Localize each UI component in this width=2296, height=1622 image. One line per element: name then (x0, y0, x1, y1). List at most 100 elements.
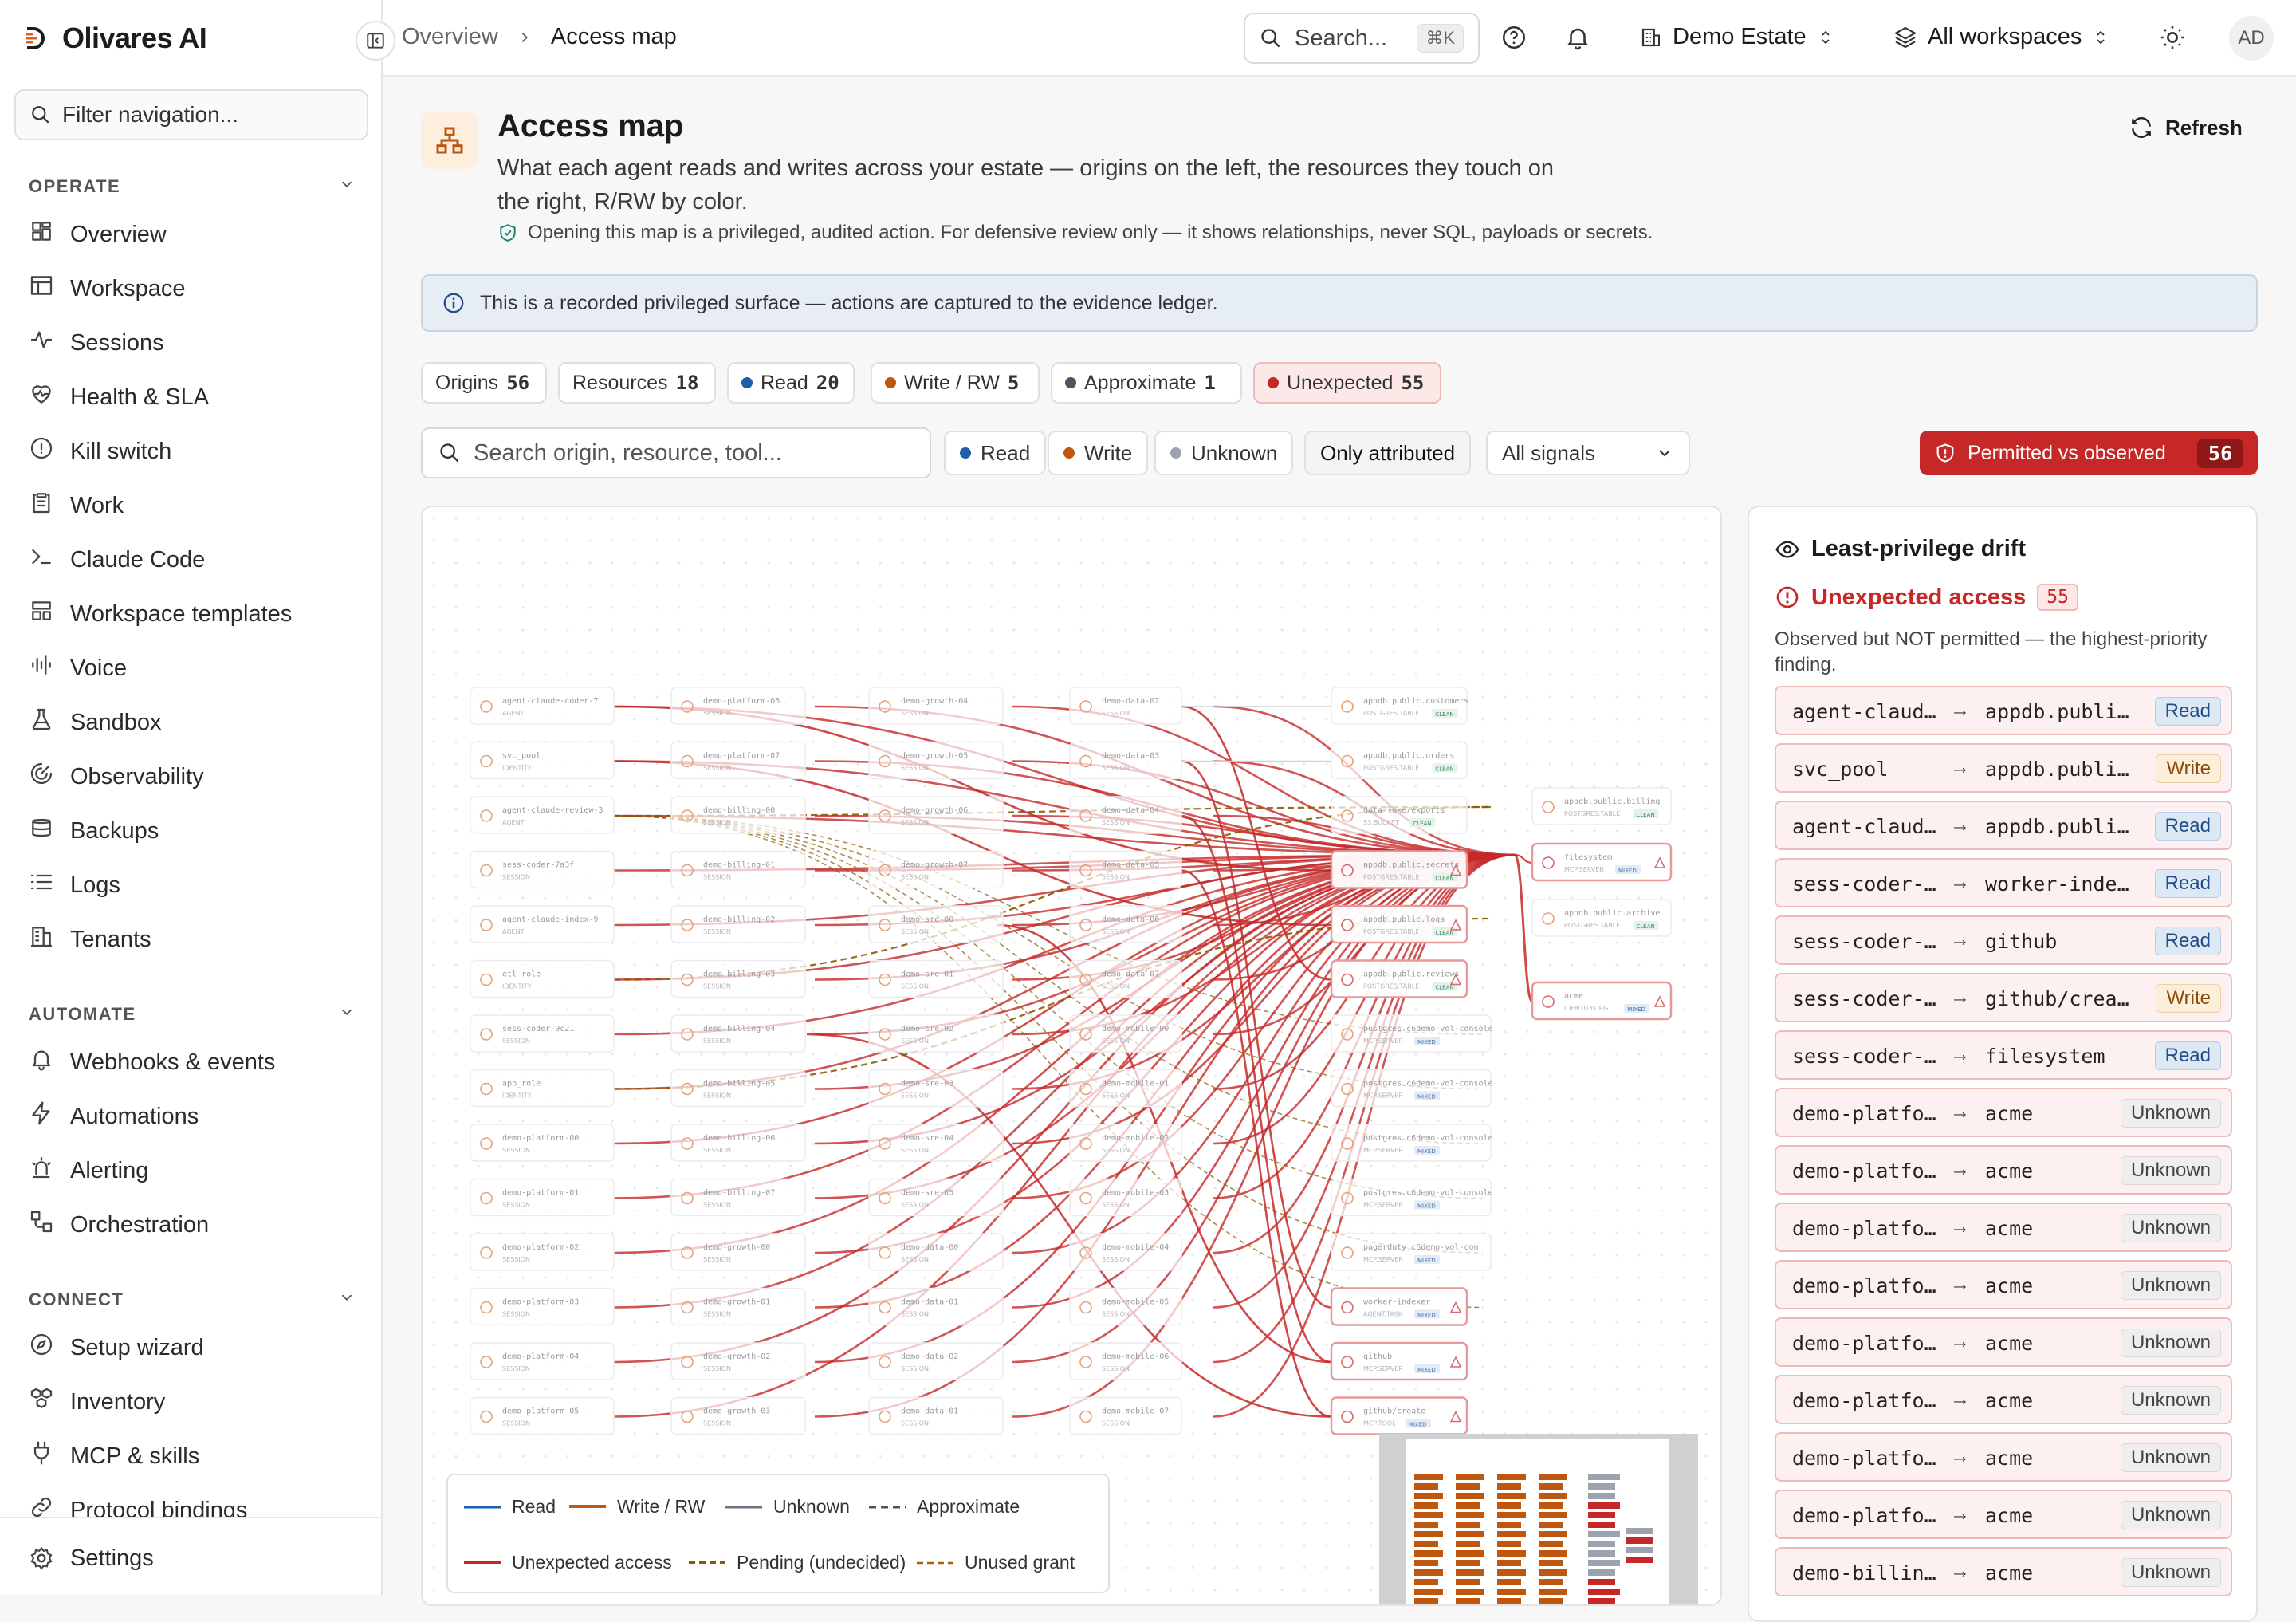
graph-node[interactable]: agent-claude-index-9 AGENT (470, 905, 615, 943)
access-edge[interactable] (1513, 853, 1534, 1003)
sidebar-item-settings[interactable]: Settings (29, 1539, 154, 1577)
drift-row[interactable]: demo-platform-07→ acme Unknown (1775, 1490, 2232, 1539)
graph-node[interactable]: github MCP.SERVER MIXED (1330, 1341, 1468, 1381)
graph-node[interactable]: demo-mobile-07 SESSION (1069, 1396, 1182, 1435)
access-edge[interactable] (613, 705, 1332, 872)
graph-node[interactable]: demo-platform-05 SESSION (470, 1396, 615, 1435)
sidebar-item-tenants[interactable]: Tenants (29, 920, 151, 959)
graph-node[interactable]: demo-sre-01 SESSION (868, 959, 1004, 998)
graph-node[interactable]: demo-platform-07 SESSION (670, 741, 806, 780)
graph-node[interactable]: pagerduty.c6demo-vol-con MCP.SERVER MIXED (1331, 1233, 1492, 1271)
graph-node[interactable]: agent-claude-review-3 AGENT (470, 796, 615, 834)
graph-node[interactable]: demo-data-00 SESSION (868, 1233, 1004, 1271)
stat-approximate[interactable]: Approximate 1 (1051, 362, 1242, 404)
graph-node[interactable]: postgres.c6demo-vol-console MCP.SERVER MIX… (1331, 1069, 1493, 1108)
graph-node[interactable]: demo-growth-00 SESSION (670, 1233, 806, 1271)
nav-section-connect[interactable]: CONNECT (29, 1289, 356, 1311)
graph-node[interactable]: demo-data-07 SESSION (1069, 959, 1182, 998)
graph-node[interactable]: demo-data-01 SESSION (868, 1287, 1004, 1326)
graph-node[interactable]: postgres.c6demo-vol-console MCP.SERVER MIX… (1331, 1178, 1493, 1217)
drift-row[interactable]: agent-claude-review-3→ appdb.public.secre… (1775, 801, 2232, 850)
filter-write-button[interactable]: Write (1048, 431, 1149, 475)
permitted-vs-observed-button[interactable]: Permitted vs observed 56 (1920, 431, 2258, 475)
sidebar-item-alerting[interactable]: Alerting (29, 1152, 148, 1190)
graph-node[interactable]: demo-platform-03 SESSION (470, 1287, 615, 1326)
graph-node[interactable]: demo-mobile-04 SESSION (1069, 1233, 1182, 1271)
graph-node[interactable]: demo-billing-00 SESSION (670, 796, 806, 834)
global-search-input[interactable]: Search... ⌘K (1244, 13, 1480, 64)
graph-node[interactable]: sess-coder-7a3f SESSION (470, 850, 615, 889)
sidebar-item-claude-code[interactable]: Claude Code (29, 541, 205, 579)
graph-node[interactable]: demo-growth-06 SESSION (868, 796, 1004, 834)
workspace-switcher[interactable]: All workspaces (1893, 24, 2110, 50)
brand[interactable]: Olivares AI (22, 19, 207, 57)
graph-node[interactable]: demo-growth-04 SESSION (868, 687, 1004, 725)
sidebar-item-observability[interactable]: Observability (29, 758, 204, 796)
graph-node[interactable]: demo-mobile-02 SESSION (1069, 1124, 1182, 1162)
graph-node[interactable]: appdb.public.secrets POSTGRES.TABLE CLEAN (1330, 850, 1468, 889)
graph-node[interactable]: demo-platform-00 SESSION (470, 1124, 615, 1162)
refresh-button[interactable]: Refresh (2129, 115, 2243, 140)
sidebar-item-workspace[interactable]: Workspace (29, 270, 186, 308)
sidebar-item-overview[interactable]: Overview (29, 215, 167, 254)
stat-write-rw[interactable]: Write / RW 5 (871, 362, 1040, 404)
graph-node[interactable]: demo-sre-03 SESSION (868, 1069, 1004, 1108)
graph-node[interactable]: appdb.public.orders POSTGRES.TABLE CLEAN (1331, 741, 1468, 780)
stat-unexpected[interactable]: Unexpected 55 (1253, 362, 1441, 404)
graph-node[interactable]: demo-billing-05 SESSION (670, 1069, 806, 1108)
graph-node[interactable]: demo-data-02 SESSION (868, 1342, 1004, 1380)
sidebar-item-voice[interactable]: Voice (29, 649, 127, 687)
graph-node[interactable]: demo-data-05 SESSION (1069, 850, 1182, 889)
graph-node[interactable]: etl_role IDENTITY (470, 959, 615, 998)
graph-node[interactable]: demo-data-06 SESSION (1069, 905, 1182, 943)
graph-node[interactable]: demo-platform-04 SESSION (470, 1342, 615, 1380)
sidebar-item-sandbox[interactable]: Sandbox (29, 703, 162, 742)
graph-node[interactable]: svc_pool IDENTITY (470, 741, 615, 780)
sidebar-item-sessions[interactable]: Sessions (29, 324, 164, 362)
drift-row[interactable]: sess-coder-9c21→ filesystem Read (1775, 1030, 2232, 1080)
graph-node[interactable]: appdb.public.billing POSTGRES.TABLE CLEAN (1531, 787, 1672, 825)
drift-row[interactable]: sess-coder-7a3f→ worker-indexer Read (1775, 858, 2232, 907)
graph-node[interactable]: demo-sre-02 SESSION (868, 1014, 1004, 1053)
drift-row[interactable]: agent-claude-coder-7→ appdb.public.custom… (1775, 686, 2232, 735)
drift-row[interactable]: svc_pool → appdb.public.orders Write (1775, 743, 2232, 793)
graph-node[interactable]: demo-billing-01 SESSION (670, 850, 806, 889)
graph-node[interactable]: demo-data-03 SESSION (1069, 741, 1182, 780)
graph-node[interactable]: demo-sre-00 SESSION (868, 905, 1004, 943)
graph-node[interactable]: demo-platform-01 SESSION (470, 1178, 615, 1217)
drift-row[interactable]: demo-platform-04→ acme Unknown (1775, 1317, 2232, 1367)
graph-node[interactable]: demo-billing-06 SESSION (670, 1124, 806, 1162)
drift-row[interactable]: demo-platform-01→ acme Unknown (1775, 1145, 2232, 1195)
stat-read[interactable]: Read 20 (727, 362, 855, 404)
graph-node[interactable]: demo-mobile-00 SESSION (1069, 1014, 1182, 1053)
graph-node[interactable]: demo-mobile-03 SESSION (1069, 1178, 1182, 1217)
access-map-canvas[interactable]: agent-claude-coder-7 AGENT svc_pool IDENTIT… (421, 506, 1722, 1606)
graph-node[interactable]: demo-growth-03 SESSION (670, 1396, 806, 1435)
collapse-sidebar-button[interactable] (356, 21, 395, 61)
graph-node[interactable]: appdb.public.reviews POSTGRES.TABLE CLEAN (1330, 959, 1468, 998)
graph-node[interactable]: appdb.public.customers POSTGRES.TABLE CLEA… (1331, 687, 1468, 725)
drift-row[interactable]: demo-billing-00→ acme Unknown (1775, 1547, 2232, 1596)
minimap[interactable] (1379, 1434, 1698, 1604)
graph-node[interactable]: agent-claude-coder-7 AGENT (470, 687, 615, 725)
graph-node[interactable]: appdb.public.logs POSTGRES.TABLE CLEAN (1330, 904, 1468, 944)
graph-node[interactable]: github/create MCP.TOOL MIXED (1330, 1396, 1468, 1435)
drift-row[interactable]: sess-coder-7a3f→ github/create Write (1775, 973, 2232, 1022)
graph-node[interactable]: demo-sre-04 SESSION (868, 1124, 1004, 1162)
notifications-button[interactable] (1564, 24, 1591, 51)
graph-node[interactable]: app_role IDENTITY (470, 1069, 615, 1108)
graph-node[interactable]: filesystem MCP.SERVER MIXED (1531, 842, 1673, 882)
drift-row[interactable]: demo-platform-06→ acme Unknown (1775, 1432, 2232, 1482)
graph-node[interactable]: demo-mobile-05 SESSION (1069, 1287, 1182, 1326)
sidebar-item-setup-wizard[interactable]: Setup wizard (29, 1329, 204, 1367)
sidebar-item-automations[interactable]: Automations (29, 1097, 199, 1136)
graph-node[interactable]: demo-billing-07 SESSION (670, 1178, 806, 1217)
graph-node[interactable]: demo-growth-07 SESSION (868, 850, 1004, 889)
stat-origins[interactable]: Origins 56 (421, 362, 547, 404)
graph-node[interactable]: demo-growth-02 SESSION (670, 1342, 806, 1380)
drift-row[interactable]: demo-platform-02→ acme Unknown (1775, 1203, 2232, 1252)
sidebar-item-kill-switch[interactable]: Kill switch (29, 432, 171, 470)
filter-unknown-button[interactable]: Unknown (1154, 431, 1294, 475)
signals-select[interactable]: All signals (1486, 431, 1690, 475)
sidebar-item-work[interactable]: Work (29, 486, 124, 525)
